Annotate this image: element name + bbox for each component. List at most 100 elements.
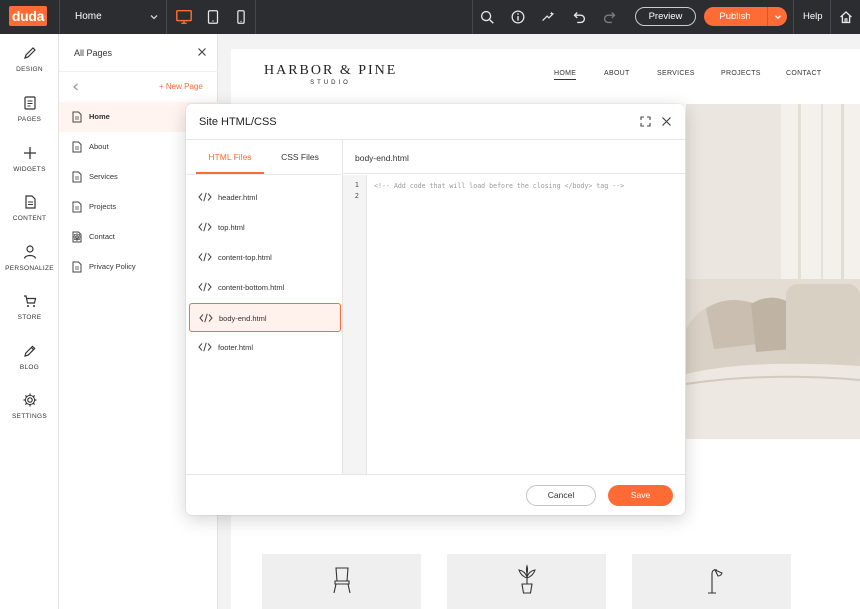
undo-icon[interactable] bbox=[569, 7, 589, 27]
site-nav-services[interactable]: SERVICES bbox=[657, 70, 695, 77]
page-selector[interactable]: Home bbox=[75, 0, 102, 34]
site-html-css-dialog: Site HTML/CSS HTML Files CSS Files heade… bbox=[186, 104, 685, 515]
ai-icon[interactable] bbox=[538, 7, 558, 27]
site-logo[interactable]: HARBOR & PINE STUDIO bbox=[264, 63, 397, 86]
editor-header: body-end.html bbox=[343, 140, 685, 174]
publish-options-button[interactable] bbox=[767, 7, 787, 26]
publish-button-group: Publish bbox=[704, 7, 787, 26]
top-toolbar: duda Home Preview Publish Help bbox=[0, 0, 860, 34]
editor-line-gutter: 1 2 bbox=[343, 175, 367, 474]
rail-item-pages[interactable]: PAGES bbox=[0, 95, 59, 139]
file-item-body-end[interactable]: body-end.html bbox=[189, 303, 341, 332]
pages-panel-header: All Pages bbox=[59, 34, 218, 72]
plant-icon bbox=[518, 564, 536, 594]
file-name: header.html bbox=[218, 193, 258, 202]
pencil-icon bbox=[23, 47, 36, 59]
file-name: content-bottom.html bbox=[218, 283, 285, 292]
page-item-label: Home bbox=[89, 112, 110, 121]
left-rail: DESIGN PAGES WIDGETS CONTENT PERSONALIZE… bbox=[0, 34, 59, 609]
divider bbox=[186, 174, 343, 175]
site-logo-sub: STUDIO bbox=[310, 80, 351, 86]
rail-item-settings[interactable]: SETTINGS bbox=[0, 392, 59, 436]
file-item-footer[interactable]: footer.html bbox=[189, 333, 341, 362]
feature-card-chair[interactable] bbox=[262, 554, 421, 609]
feature-card-lamp[interactable] bbox=[632, 554, 791, 609]
publish-button[interactable]: Publish bbox=[704, 7, 766, 26]
close-icon[interactable] bbox=[197, 47, 207, 57]
cancel-button[interactable]: Cancel bbox=[526, 485, 596, 506]
page-icon bbox=[72, 111, 82, 123]
rail-label: CONTENT bbox=[12, 215, 47, 222]
chair-icon bbox=[333, 567, 351, 594]
site-logo-main: HARBOR & PINE bbox=[264, 63, 398, 78]
pages-panel-title: All Pages bbox=[74, 48, 113, 58]
duda-logo[interactable]: duda bbox=[9, 6, 47, 26]
file-name: content-top.html bbox=[218, 253, 272, 262]
desktop-icon[interactable] bbox=[174, 7, 194, 27]
file-name: top.html bbox=[218, 223, 245, 232]
chevron-down-icon bbox=[774, 14, 781, 19]
hero-sofa-image[interactable] bbox=[686, 104, 860, 439]
rail-item-personalize[interactable]: PERSONALIZE bbox=[0, 244, 59, 288]
rail-label: BLOG bbox=[19, 364, 40, 371]
site-nav-about[interactable]: ABOUT bbox=[604, 70, 630, 77]
pages-icon bbox=[23, 96, 36, 110]
expand-icon[interactable] bbox=[640, 116, 651, 127]
file-list-column: HTML Files CSS Files header.html top.htm… bbox=[186, 140, 343, 474]
file-item-header[interactable]: header.html bbox=[189, 183, 341, 212]
close-icon[interactable] bbox=[661, 116, 672, 127]
divider bbox=[472, 0, 473, 34]
help-button[interactable]: Help bbox=[803, 0, 823, 34]
file-name: body-end.html bbox=[219, 314, 267, 323]
rail-item-store[interactable]: STORE bbox=[0, 293, 59, 337]
page-icon bbox=[72, 201, 82, 213]
feature-card-plant[interactable] bbox=[447, 554, 606, 609]
lamp-icon bbox=[708, 568, 723, 594]
chevron-down-icon[interactable] bbox=[148, 11, 160, 23]
page-item-label: Projects bbox=[89, 202, 117, 211]
file-item-top[interactable]: top.html bbox=[189, 213, 341, 242]
code-icon bbox=[198, 192, 212, 202]
page-settings-gear-icon[interactable] bbox=[72, 231, 82, 243]
rail-label: PAGES bbox=[17, 116, 42, 123]
rail-label: STORE bbox=[17, 314, 42, 321]
info-icon[interactable] bbox=[508, 7, 528, 27]
home-icon[interactable] bbox=[836, 7, 856, 27]
tab-html-files[interactable]: HTML Files bbox=[196, 140, 264, 174]
gear-icon bbox=[23, 393, 36, 407]
dialog-footer: Cancel Save bbox=[186, 474, 685, 515]
rail-label: PERSONALIZE bbox=[5, 265, 54, 272]
file-item-content-top[interactable]: content-top.html bbox=[189, 243, 341, 272]
dialog-header: Site HTML/CSS bbox=[186, 104, 685, 140]
site-nav-projects[interactable]: PROJECTS bbox=[721, 70, 761, 77]
code-icon bbox=[198, 342, 212, 352]
document-icon bbox=[24, 195, 36, 209]
code-editor[interactable]: <!-- Add code that will load before the … bbox=[374, 182, 624, 190]
save-button[interactable]: Save bbox=[608, 485, 673, 506]
file-item-content-bottom[interactable]: content-bottom.html bbox=[189, 273, 341, 302]
preview-button[interactable]: Preview bbox=[635, 7, 696, 26]
rail-item-content[interactable]: CONTENT bbox=[0, 194, 59, 238]
new-page-button[interactable]: + New Page bbox=[159, 82, 203, 91]
cart-icon bbox=[23, 295, 36, 307]
search-icon[interactable] bbox=[477, 7, 497, 27]
mobile-icon[interactable] bbox=[231, 7, 251, 27]
rail-item-widgets[interactable]: WIDGETS bbox=[0, 145, 59, 189]
file-name: footer.html bbox=[218, 343, 254, 352]
rail-label: SETTINGS bbox=[12, 413, 47, 420]
site-nav-home[interactable]: HOME bbox=[554, 70, 577, 80]
page-item-label: Services bbox=[89, 172, 118, 181]
tab-css-files[interactable]: CSS Files bbox=[264, 140, 336, 174]
site-nav-contact[interactable]: CONTACT bbox=[786, 70, 821, 77]
code-icon bbox=[199, 313, 213, 323]
page-icon bbox=[72, 261, 82, 273]
rail-item-design[interactable]: DESIGN bbox=[0, 45, 59, 89]
code-icon bbox=[198, 252, 212, 262]
tablet-icon[interactable] bbox=[203, 7, 223, 27]
page-item-label: About bbox=[89, 142, 109, 151]
rail-item-blog[interactable]: BLOG bbox=[0, 343, 59, 387]
redo-icon[interactable] bbox=[600, 7, 620, 27]
back-arrow-icon[interactable] bbox=[71, 82, 81, 92]
code-icon bbox=[198, 282, 212, 292]
line-number: 1 bbox=[354, 181, 359, 189]
